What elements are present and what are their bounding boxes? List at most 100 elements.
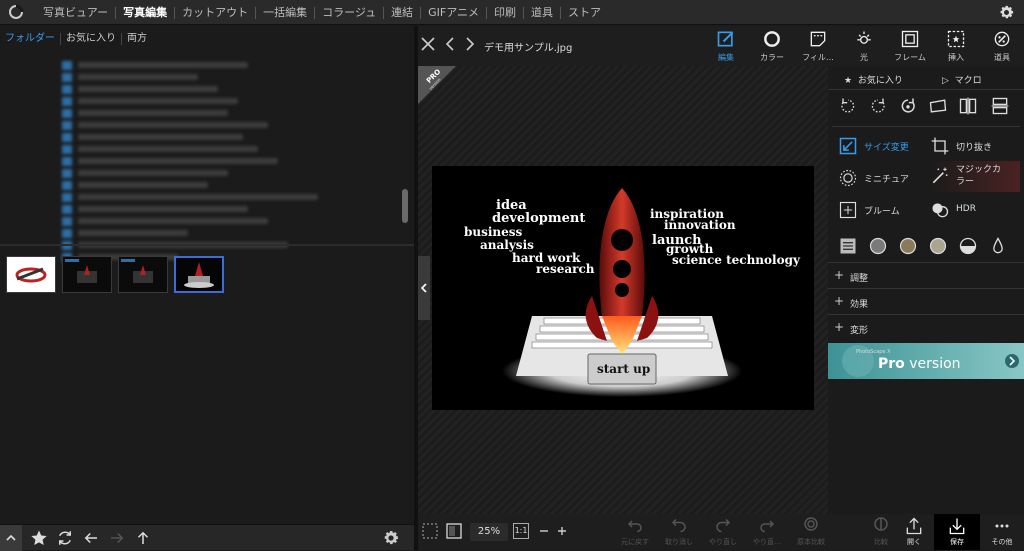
accordion-transform[interactable]: + 変形	[828, 314, 1024, 340]
toolbar-tools[interactable]: 道具	[982, 26, 1022, 66]
thumbnail-3[interactable]	[118, 256, 168, 293]
bloom-tool[interactable]: ブルーム	[838, 198, 928, 222]
redo-button[interactable]: やり直し	[706, 514, 740, 550]
menu-item-6[interactable]: GIFアニメ	[421, 0, 486, 25]
magic-color-tool[interactable]: マジックカ ラー	[930, 164, 1020, 194]
refresh-icon[interactable]	[56, 529, 74, 547]
folder-tree[interactable]	[0, 54, 400, 270]
thumbnail-1[interactable]	[6, 256, 56, 293]
folder-tree-row[interactable]	[62, 108, 232, 118]
contrast-icon[interactable]	[958, 236, 978, 256]
preset-light-icon[interactable]	[928, 236, 948, 256]
zoom-out-icon[interactable]	[538, 523, 550, 539]
edited-photo[interactable]: idea development business analysis hard …	[432, 166, 814, 410]
app-logo-icon[interactable]	[8, 4, 24, 20]
menu-item-5[interactable]: 連結	[384, 0, 420, 25]
folder-tree-scrollbar[interactable]	[402, 189, 408, 223]
back-arrow-icon[interactable]	[82, 529, 100, 547]
folder-tree-row[interactable]	[62, 216, 272, 226]
favorites-button[interactable]: ★ お気に入り	[844, 73, 903, 86]
folder-tree-row[interactable]	[62, 132, 247, 142]
selection-grid-icon[interactable]	[422, 523, 438, 539]
bloom-icon	[839, 201, 857, 219]
main-menu: 写真ビュアー 写真編集 カットアウト 一括編集 コラージュ 連結 GIFアニメ 印刷 道具 ストア	[36, 0, 608, 25]
rotate-left-icon[interactable]	[838, 96, 858, 116]
folder-tree-row[interactable]	[62, 180, 212, 190]
tab-folder[interactable]: フォルダー	[0, 33, 61, 45]
flip-horizontal-icon[interactable]	[958, 96, 978, 116]
menu-item-1[interactable]: 写真編集	[116, 0, 174, 25]
folder-tree-row[interactable]	[62, 120, 272, 130]
zoom-level[interactable]: 25%	[470, 523, 508, 541]
folder-tree-row[interactable]	[62, 156, 282, 166]
folder-tree-row[interactable]	[62, 144, 262, 154]
folder-tree-row[interactable]	[62, 84, 222, 94]
preset-warm-icon[interactable]	[898, 236, 918, 256]
toolbar-color[interactable]: カラー	[752, 26, 792, 66]
folder-tree-row[interactable]	[62, 204, 252, 214]
miniature-tool[interactable]: ミニチュア	[838, 166, 928, 190]
forward-arrow-icon[interactable]	[108, 529, 126, 547]
menu-item-7[interactable]: 印刷	[487, 0, 523, 25]
tab-favorites[interactable]: お気に入り	[61, 33, 122, 45]
save-button[interactable]: 保存	[934, 514, 980, 550]
menu-item-2[interactable]: カットアウト	[175, 0, 255, 25]
pro-banner-product: PhotoScape X	[856, 349, 891, 355]
toolbar-frame[interactable]: フレーム	[888, 26, 932, 66]
crop-tool[interactable]: 切り抜き	[930, 134, 1020, 158]
accordion-adjust[interactable]: + 調整	[828, 262, 1024, 288]
pro-version-banner[interactable]: PhotoScape X Pro version	[828, 343, 1024, 379]
thumbnail-2[interactable]	[62, 256, 112, 293]
compare-original-button[interactable]: 原本比較	[794, 514, 828, 550]
collapse-panel-button[interactable]	[418, 256, 430, 320]
resize-tool[interactable]: サイズ変更	[838, 134, 928, 158]
menu-item-4[interactable]: コラージュ	[315, 0, 383, 25]
tab-both[interactable]: 両方	[122, 33, 152, 45]
more-button[interactable]: その他	[982, 514, 1022, 550]
folder-tree-row[interactable]	[62, 96, 242, 106]
fit-window-icon[interactable]	[446, 523, 462, 539]
folder-tree-row[interactable]	[62, 168, 232, 178]
menu-item-0[interactable]: 写真ビュアー	[36, 0, 115, 25]
toolbar-insert[interactable]: 挿入	[936, 26, 976, 66]
macro-button[interactable]: ▷ マクロ	[942, 73, 982, 86]
folder-name-blurred	[78, 74, 198, 80]
hdr-tool[interactable]: HDR	[930, 198, 1020, 222]
folder-icon	[62, 169, 72, 178]
levels-icon[interactable]	[838, 236, 858, 256]
undo-all-icon	[627, 520, 642, 533]
rotate-right-icon[interactable]	[868, 96, 888, 116]
open-button[interactable]: 開く	[894, 514, 934, 550]
thumbnail-4-selected[interactable]	[174, 256, 224, 293]
folder-tree-row[interactable]	[62, 60, 252, 70]
preset-dark-icon[interactable]	[868, 236, 888, 256]
thumbnail-divider[interactable]	[0, 244, 414, 246]
undo-button[interactable]: 取り消し	[662, 514, 696, 550]
droplet-icon[interactable]	[988, 236, 1008, 256]
settings-gear-icon[interactable]	[998, 4, 1015, 21]
toolbar-edit[interactable]: 編集	[706, 26, 746, 66]
accordion-effects[interactable]: + 効果	[828, 288, 1024, 314]
toolbar-light[interactable]: 光	[844, 26, 884, 66]
rotate-90-icon[interactable]	[898, 96, 918, 116]
flip-vertical-icon[interactable]	[990, 96, 1010, 116]
redo-all-button[interactable]: やり直…	[750, 514, 784, 550]
previous-image-icon[interactable]	[444, 36, 456, 52]
actual-size-button[interactable]: 1:1	[513, 523, 529, 539]
close-icon[interactable]	[420, 36, 436, 52]
next-image-icon[interactable]	[464, 36, 476, 52]
folder-tree-row[interactable]	[62, 192, 322, 202]
undo-all-button[interactable]: 元に戻す	[618, 514, 652, 550]
menu-item-8[interactable]: 道具	[524, 0, 560, 25]
menu-item-3[interactable]: 一括編集	[256, 0, 314, 25]
zoom-in-icon[interactable]	[556, 523, 568, 539]
toolbar-film[interactable]: フィル…	[798, 26, 838, 66]
menu-item-9[interactable]: ストア	[561, 0, 608, 25]
expand-up-icon[interactable]	[0, 525, 22, 551]
straighten-icon[interactable]	[928, 96, 948, 116]
folder-tree-row[interactable]	[62, 72, 202, 82]
star-icon[interactable]	[30, 529, 48, 547]
up-arrow-icon[interactable]	[134, 529, 152, 547]
browser-settings-gear-icon[interactable]	[382, 529, 400, 547]
folder-tree-row[interactable]	[62, 228, 192, 238]
